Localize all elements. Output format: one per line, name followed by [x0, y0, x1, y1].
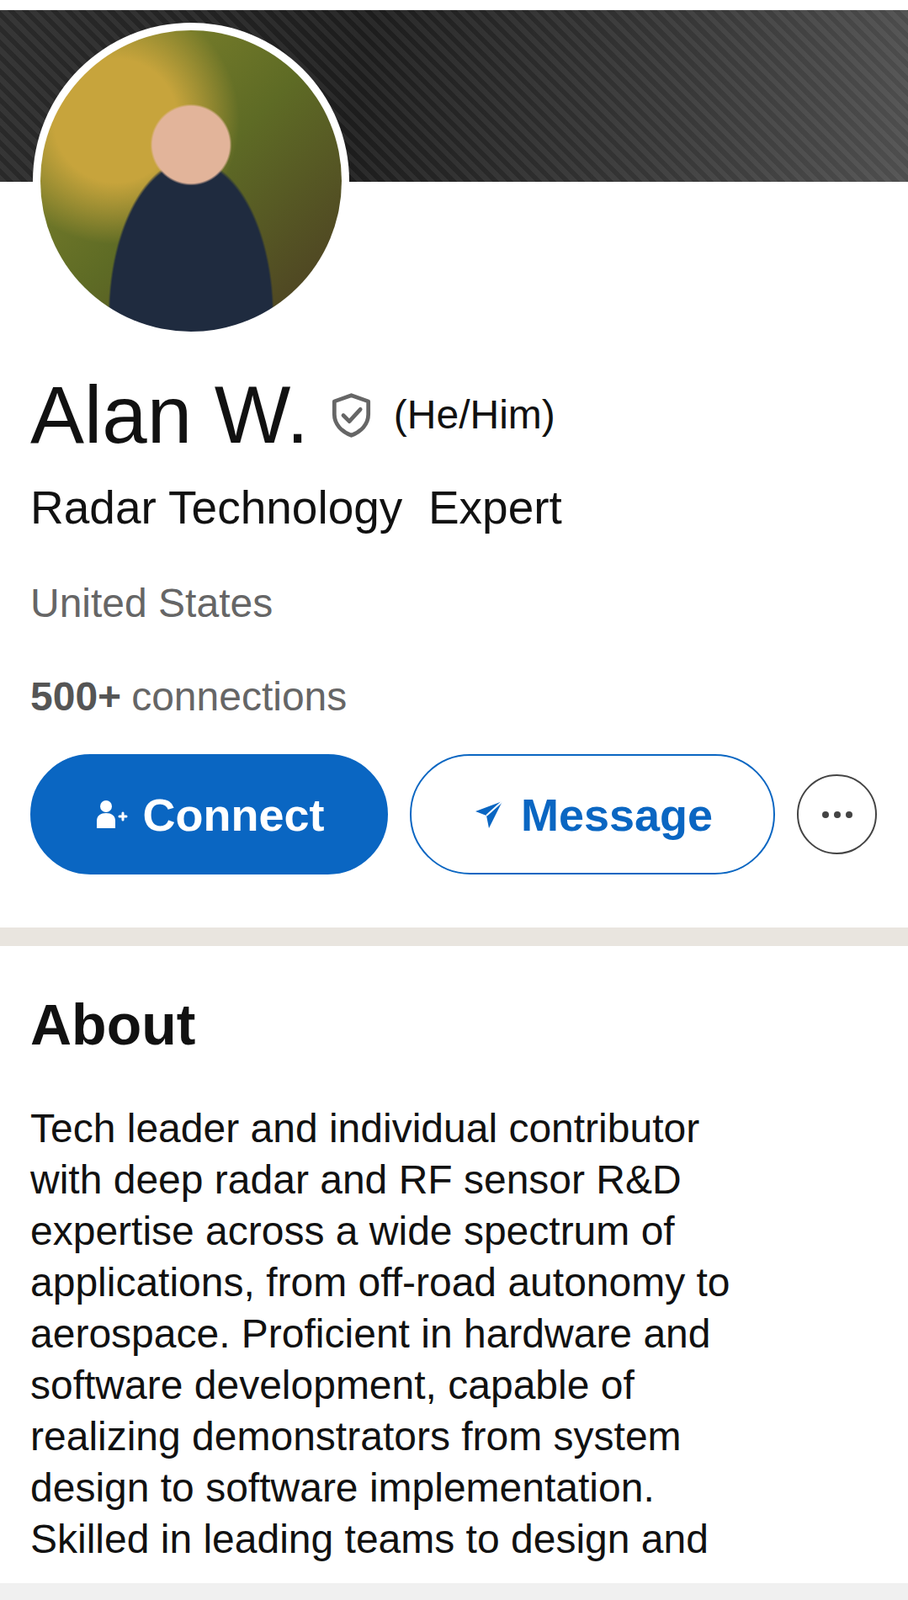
about-line: with deep radar and RF sensor R&D: [30, 1153, 878, 1206]
button-label: Connect: [143, 788, 325, 841]
message-button[interactable]: Message: [409, 754, 776, 875]
profile-intro: Alan W. (He/Him) Radar Technology Expert Un…: [0, 370, 908, 875]
location: United States: [30, 578, 878, 628]
about-line: realizing demonstrators from system: [30, 1410, 878, 1462]
about-line: Tech leader and individual contributor: [30, 1102, 878, 1154]
more-dots-icon: [820, 810, 855, 819]
about-title: About: [30, 990, 878, 1058]
connect-button[interactable]: Connect: [30, 754, 388, 875]
connections-label: connections: [131, 672, 347, 722]
person-add-icon: [94, 797, 128, 832]
avatar-photo: [40, 30, 342, 332]
more-button[interactable]: [796, 774, 877, 855]
about-line: applications, from off-road autonomy to: [30, 1256, 878, 1308]
pronouns: (He/Him): [393, 390, 556, 440]
send-icon: [472, 797, 506, 832]
about-section: About Tech leader and individual contribu…: [0, 990, 908, 1565]
connections[interactable]: 500+connections: [30, 672, 878, 722]
action-bar: Connect Message: [30, 754, 878, 875]
about-text: Tech leader and individual contributorwi…: [30, 1102, 878, 1565]
about-line: aerospace. Proficient in hardware and: [30, 1307, 878, 1360]
about-line: software development, capable of: [30, 1359, 878, 1411]
about-line: design to software implementation.: [30, 1461, 878, 1514]
profile-name: Alan W.: [30, 370, 309, 460]
bottom-bar: [0, 1582, 908, 1600]
headline: Radar Technology Expert: [30, 479, 878, 536]
about-line: expertise across a wide spectrum of: [30, 1205, 878, 1257]
verified-shield-icon[interactable]: [327, 391, 376, 440]
avatar[interactable]: [32, 22, 350, 340]
connections-count: 500+: [30, 672, 122, 722]
section-divider: [0, 927, 908, 946]
about-line: Skilled in leading teams to design and: [30, 1513, 878, 1565]
profile-page: Alan W. (He/Him) Radar Technology Expert Un…: [0, 0, 908, 1600]
button-label: Message: [520, 788, 713, 841]
name-row: Alan W. (He/Him): [30, 370, 878, 460]
